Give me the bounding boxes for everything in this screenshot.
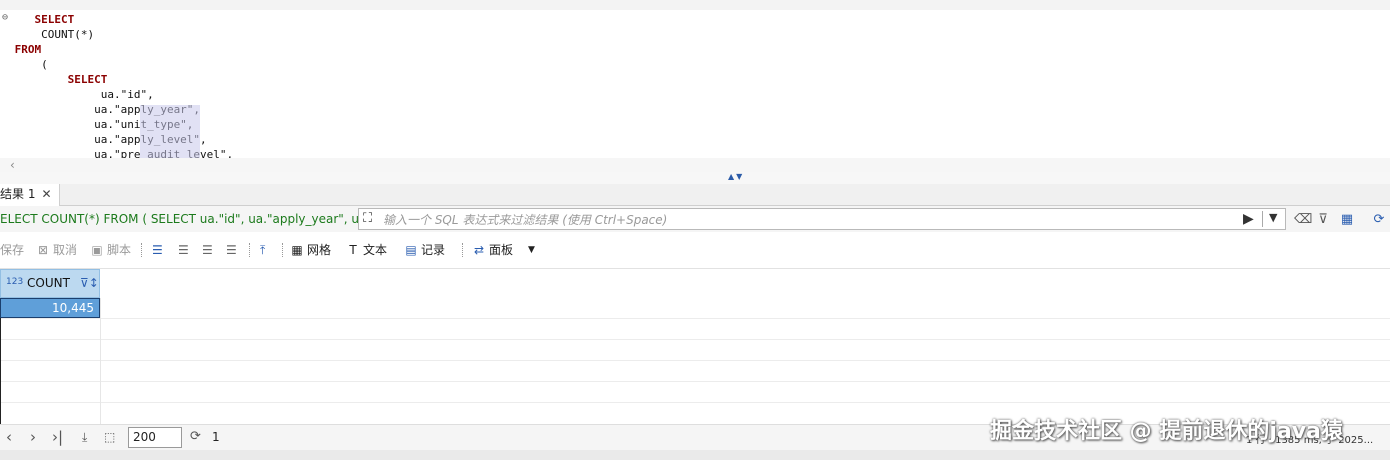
- divider: [141, 243, 142, 257]
- code-line-4: (: [41, 58, 48, 71]
- divider: [282, 243, 283, 257]
- last-page-icon[interactable]: ›|: [52, 429, 63, 445]
- editor-horizontal-scrollbar[interactable]: ‹: [0, 158, 1390, 172]
- export-icon[interactable]: ⤒: [260, 242, 265, 258]
- text-icon: T: [349, 243, 357, 257]
- filter-input[interactable]: ⛶ 输入一个 SQL 表达式来过滤结果 (使用 Ctrl+Space) ▶ ▼: [358, 208, 1286, 230]
- grid-icon: ▦: [291, 243, 303, 257]
- row-separator: [0, 318, 1390, 319]
- results-tabbar: 结果 1 ✕: [0, 184, 1390, 206]
- divider: [462, 243, 463, 257]
- sql-editor[interactable]: ⊖ SELECT COUNT(*) FROM ( SELECT ua."id",…: [0, 10, 1390, 158]
- cell-count-value[interactable]: 10,445: [0, 298, 100, 318]
- row-separator: [0, 360, 1390, 361]
- grid-edge: [0, 318, 1, 425]
- column-name: COUNT: [27, 276, 70, 290]
- edit-rows-icon[interactable]: ☰: [152, 242, 163, 258]
- filter-placeholder: 输入一个 SQL 表达式来过滤结果 (使用 Ctrl+Space): [383, 213, 668, 227]
- splitter-arrows-icon[interactable]: ▲▼: [728, 172, 744, 181]
- refresh-icon[interactable]: ⟳: [190, 429, 201, 445]
- record-view-button[interactable]: ▤ 记录: [404, 242, 445, 258]
- cancel-icon: ⊠: [37, 243, 49, 257]
- expand-icon[interactable]: ⛶: [363, 211, 372, 226]
- filter-settings-icon[interactable]: ▦: [1340, 213, 1354, 227]
- row-separator: [0, 339, 1390, 340]
- delete-row-icon[interactable]: ☰: [226, 242, 237, 258]
- results-toolbar: 保存 ⊠ 取消 ▣ 脚本 ☰ ☰ ☰ ☰ ⤒ ▦ 网格 T 文本 ▤ 记录 ⇄ 面板 ▼: [0, 236, 1390, 264]
- script-icon: ▣: [91, 243, 103, 257]
- sort-filter-icon[interactable]: ⊽↕: [80, 276, 99, 290]
- scroll-left-icon[interactable]: ‹: [10, 158, 15, 172]
- divider: [249, 243, 250, 257]
- previous-page-icon[interactable]: ›: [30, 429, 36, 445]
- column-header-count[interactable]: 123 COUNT ⊽↕: [0, 269, 100, 298]
- text-view-button[interactable]: T 文本: [346, 242, 387, 258]
- panel-splitter[interactable]: ▲▼: [0, 172, 1390, 184]
- grid-view-button[interactable]: ▦ 网格: [290, 242, 331, 258]
- close-icon[interactable]: ✕: [41, 187, 51, 201]
- panels-button[interactable]: ⇄ 面板: [472, 242, 513, 258]
- code-line-6: ua."id",: [100, 88, 154, 101]
- panels-icon: ⇄: [473, 243, 485, 257]
- add-row-icon[interactable]: ☰: [178, 242, 189, 258]
- watermark: 掘金技术社区 @ 提前退休的java猿: [990, 419, 1343, 444]
- code-line-3: FROM: [14, 43, 42, 56]
- cancel-button[interactable]: ⊠ 取消: [36, 242, 77, 258]
- refresh-icon[interactable]: ⟳: [1372, 213, 1386, 227]
- script-button[interactable]: ▣ 脚本: [90, 242, 131, 258]
- eraser-icon[interactable]: ⌫: [1294, 213, 1312, 227]
- row-separator: [0, 402, 1390, 403]
- tab-results-1[interactable]: 结果 1 ✕: [0, 184, 60, 206]
- code-line-1: SELECT: [34, 13, 75, 26]
- tab-label: 结果 1: [0, 187, 36, 201]
- results-grid[interactable]: 123 COUNT ⊽↕ 10,445: [0, 268, 1390, 425]
- chevron-down-icon[interactable]: ▼: [528, 242, 535, 258]
- fetch-all-icon[interactable]: ⬚: [104, 429, 115, 445]
- code-line-2: COUNT(*): [41, 28, 95, 41]
- fetch-next-icon[interactable]: ⤓: [82, 429, 87, 445]
- main-toolbar-clipped: [0, 0, 1390, 10]
- first-page-icon[interactable]: ‹: [6, 429, 12, 445]
- run-filter-icon[interactable]: ▶: [1243, 211, 1254, 227]
- row-separator: [0, 381, 1390, 382]
- copy-row-icon[interactable]: ☰: [202, 242, 213, 258]
- save-button[interactable]: 保存: [0, 242, 24, 258]
- code-line-5: SELECT: [67, 73, 108, 86]
- chevron-down-icon[interactable]: ▼: [1269, 211, 1277, 224]
- filter-icon[interactable]: ⊽: [1316, 213, 1330, 227]
- blur-overlay: [140, 105, 200, 158]
- result-limit-input[interactable]: 200: [128, 427, 182, 448]
- column-separator: [100, 298, 101, 425]
- record-icon: ▤: [405, 243, 417, 257]
- refresh-count: 1: [212, 430, 220, 444]
- query-preview: ELECT COUNT(*) FROM ( SELECT ua."id", ua…: [0, 212, 371, 226]
- footer-strip: [0, 450, 1390, 460]
- divider: [1262, 211, 1263, 227]
- filter-bar: ELECT COUNT(*) FROM ( SELECT ua."id", ua…: [0, 206, 1390, 232]
- number-type-icon: 123: [6, 277, 24, 287]
